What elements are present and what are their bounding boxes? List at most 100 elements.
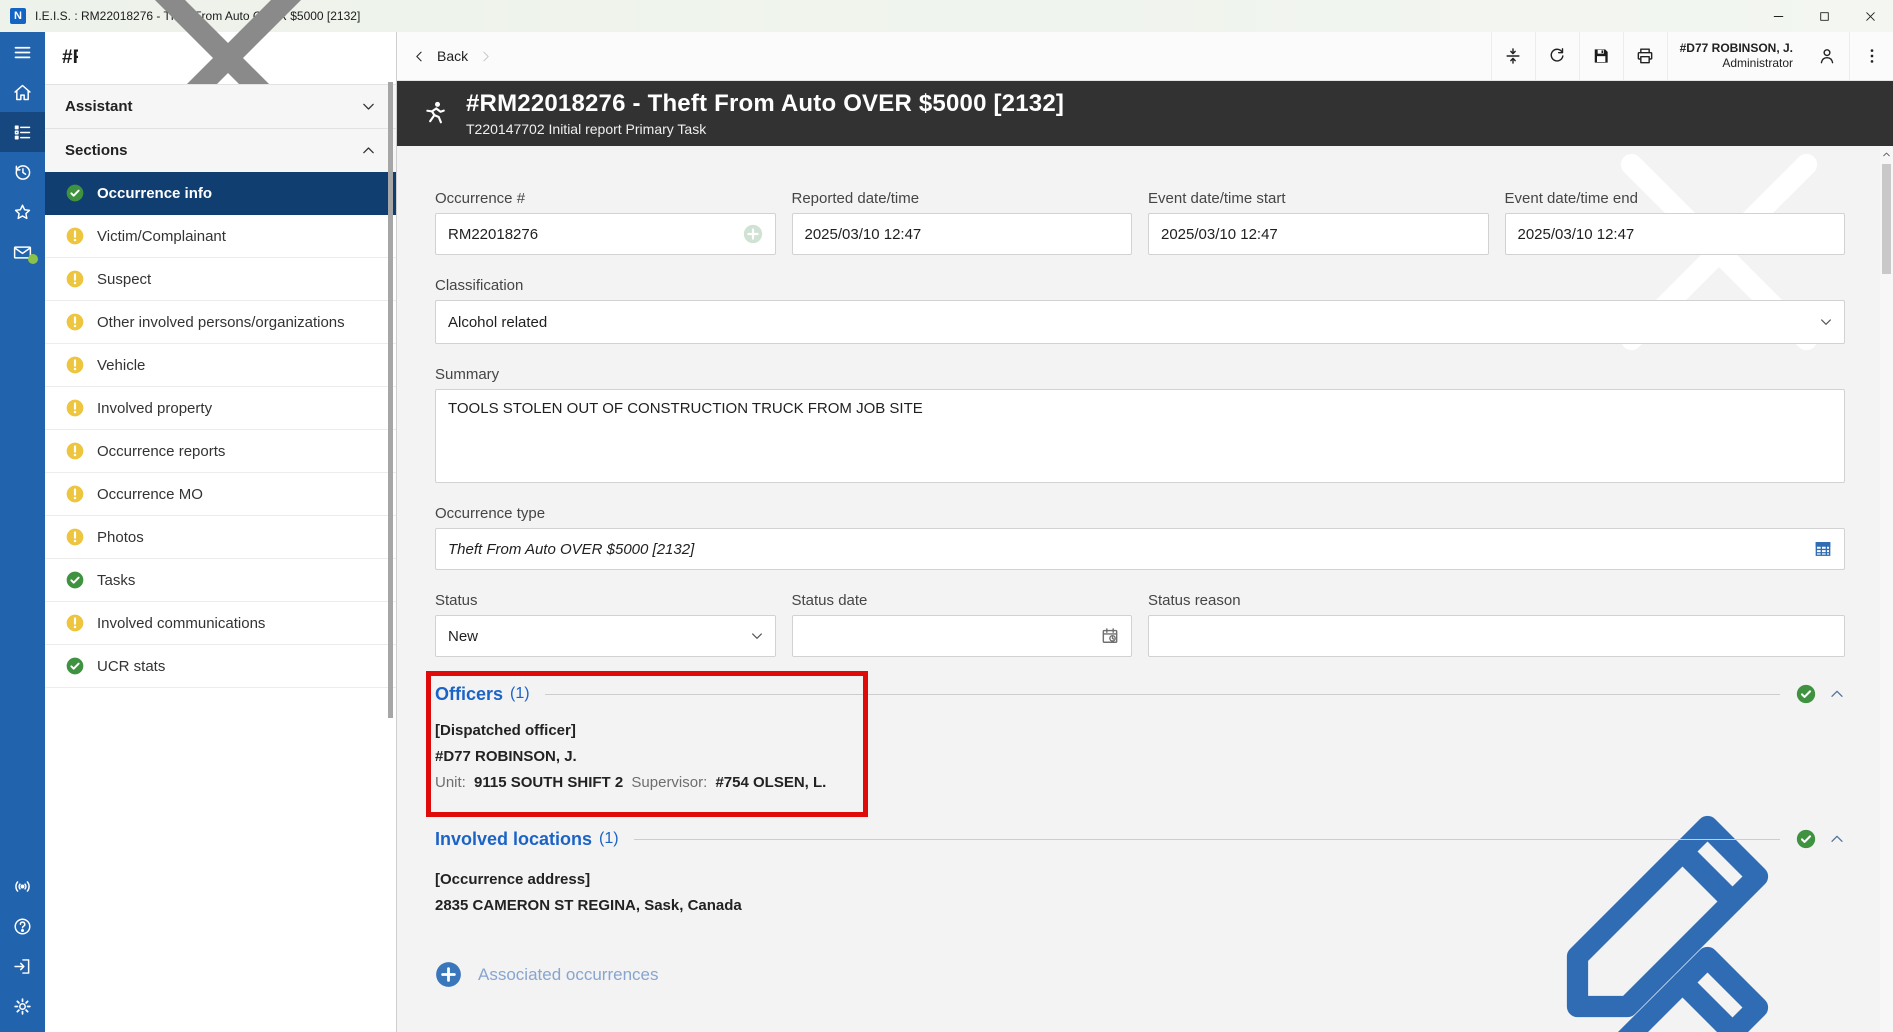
- status-reason-field[interactable]: [1148, 615, 1845, 657]
- rail-gear-button[interactable]: [0, 986, 45, 1026]
- profile-button[interactable]: [1805, 32, 1849, 80]
- warn-circle-icon: [65, 312, 85, 332]
- rail-menu-button[interactable]: [0, 32, 45, 72]
- collapse-section-icon[interactable]: [1829, 831, 1845, 847]
- warn-circle-icon: [65, 226, 85, 246]
- sidebar-item-involved-communications[interactable]: Involved communications: [45, 602, 396, 645]
- reported-datetime-field[interactable]: 2025/03/10 12:47: [792, 213, 1133, 255]
- print-button[interactable]: [1623, 32, 1667, 80]
- vertical-scrollbar[interactable]: [1880, 146, 1893, 1032]
- sidebar-item-label: Occurrence info: [97, 185, 226, 202]
- rail-list-button[interactable]: [0, 112, 45, 152]
- back-chevron-icon[interactable]: [413, 50, 426, 63]
- divider: [545, 694, 1780, 695]
- calendar-icon[interactable]: [1100, 626, 1120, 646]
- scrollbar-thumb[interactable]: [1882, 164, 1891, 274]
- save-button[interactable]: [1579, 32, 1623, 80]
- sidebar-item-other-involved-persons-organizations[interactable]: Other involved persons/organizations: [45, 301, 396, 344]
- sidebar-item-label: Occurrence MO: [97, 486, 217, 503]
- locations-count: (1): [599, 830, 619, 848]
- locations-heading[interactable]: Involved locations: [435, 829, 592, 850]
- panel-scrollbar[interactable]: [388, 82, 393, 718]
- occurrence-number-field[interactable]: RM22018276: [435, 213, 776, 255]
- officers-heading[interactable]: Officers: [435, 684, 503, 705]
- back-button[interactable]: Back: [437, 48, 468, 64]
- assistant-accordion[interactable]: Assistant: [45, 84, 396, 128]
- plus-circle-icon[interactable]: [742, 223, 764, 245]
- rail-logout-button[interactable]: [0, 946, 45, 986]
- rail-home-button[interactable]: [0, 72, 45, 112]
- sidebar-item-label: Occurrence reports: [97, 443, 239, 460]
- rail-star-button[interactable]: [0, 192, 45, 232]
- rail-help-button[interactable]: [0, 906, 45, 946]
- sidebar-item-suspect[interactable]: Suspect: [45, 258, 396, 301]
- sidebar-item-label: Involved property: [97, 400, 226, 417]
- warn-circle-icon: [65, 398, 85, 418]
- more-options-button[interactable]: [1849, 32, 1893, 80]
- occurrence-type-field[interactable]: Theft From Auto OVER $5000 [2132]: [435, 528, 1845, 570]
- sidebar-item-vehicle[interactable]: Vehicle: [45, 344, 396, 387]
- sidebar-item-victim-complainant[interactable]: Victim/Complainant: [45, 215, 396, 258]
- event-end-field[interactable]: 2025/03/10 12:47: [1505, 213, 1846, 255]
- collapse-button[interactable]: [1491, 32, 1535, 80]
- edit-locations-icon[interactable]: [1525, 890, 1825, 1032]
- sidebar-item-label: UCR stats: [97, 658, 179, 675]
- history-icon: [12, 162, 33, 183]
- event-start-field[interactable]: 2025/03/10 12:47: [1148, 213, 1489, 255]
- officer-role: [Dispatched officer]: [435, 718, 1845, 744]
- logout-icon: [12, 956, 33, 977]
- warn-circle-icon: [65, 269, 85, 289]
- close-window-button[interactable]: [1847, 0, 1893, 32]
- minimize-button[interactable]: [1755, 0, 1801, 32]
- check-circle-icon: [65, 570, 85, 590]
- notification-badge: [28, 254, 38, 264]
- help-icon: [12, 916, 33, 937]
- warn-circle-icon: [65, 441, 85, 461]
- sidebar-item-label: Photos: [97, 529, 158, 546]
- status-select[interactable]: New: [435, 615, 776, 657]
- sidebar-item-involved-property[interactable]: Involved property: [45, 387, 396, 430]
- current-user: #D77 ROBINSON, J. Administrator: [1667, 32, 1805, 80]
- summary-textarea[interactable]: TOOLS STOLEN OUT OF CONSTRUCTION TRUCK F…: [435, 389, 1845, 483]
- sidebar-item-occurrence-info[interactable]: Occurrence info: [45, 172, 396, 215]
- sidebar-item-photos[interactable]: Photos: [45, 516, 396, 559]
- broadcast-icon: [12, 876, 33, 897]
- gear-icon: [12, 996, 33, 1017]
- occurrence-type-lookup-icon[interactable]: [1813, 539, 1833, 559]
- sidebar-item-label: Vehicle: [97, 357, 159, 374]
- sidebar-item-ucr-stats[interactable]: UCR stats: [45, 645, 396, 688]
- sync-icon: [1547, 46, 1567, 66]
- runner-icon: [419, 99, 449, 129]
- chevron-down-icon: [361, 99, 376, 114]
- sidebar-item-tasks[interactable]: Tasks: [45, 559, 396, 602]
- maximize-button[interactable]: [1801, 0, 1847, 32]
- sections-accordion[interactable]: Sections: [45, 128, 396, 172]
- status-reason-label: Status reason: [1148, 592, 1845, 609]
- warn-circle-icon: [65, 527, 85, 547]
- panel-title: #RM22018276 - Theft Fro...: [62, 47, 78, 69]
- sidebar-item-label: Suspect: [97, 271, 165, 288]
- rail-broadcast-button[interactable]: [0, 866, 45, 906]
- sidebar-item-label: Victim/Complainant: [97, 228, 240, 245]
- event-start-label: Event date/time start: [1148, 190, 1489, 207]
- refresh-button[interactable]: [1535, 32, 1579, 80]
- check-circle-icon: [1795, 683, 1817, 705]
- user-name: #D77 ROBINSON, J.: [1680, 41, 1793, 56]
- occurrence-number-label: Occurrence #: [435, 190, 776, 207]
- scroll-up-icon[interactable]: [1882, 150, 1891, 159]
- officers-count: (1): [510, 685, 530, 703]
- classification-select[interactable]: Alcohol related: [435, 300, 1845, 344]
- rail-mail-button[interactable]: [0, 232, 45, 272]
- warn-circle-icon: [65, 613, 85, 633]
- event-end-label: Event date/time end: [1505, 190, 1846, 207]
- sidebar-item-occurrence-mo[interactable]: Occurrence MO: [45, 473, 396, 516]
- star-icon: [12, 202, 33, 223]
- rail-history-button[interactable]: [0, 152, 45, 192]
- forward-chevron-icon[interactable]: [479, 50, 492, 63]
- status-date-field[interactable]: [792, 615, 1133, 657]
- divider: [634, 839, 1780, 840]
- collapse-section-icon[interactable]: [1829, 686, 1845, 702]
- sidebar-item-label: Other involved persons/organizations: [97, 314, 359, 331]
- sidebar-item-occurrence-reports[interactable]: Occurrence reports: [45, 430, 396, 473]
- classification-label: Classification: [435, 277, 1845, 294]
